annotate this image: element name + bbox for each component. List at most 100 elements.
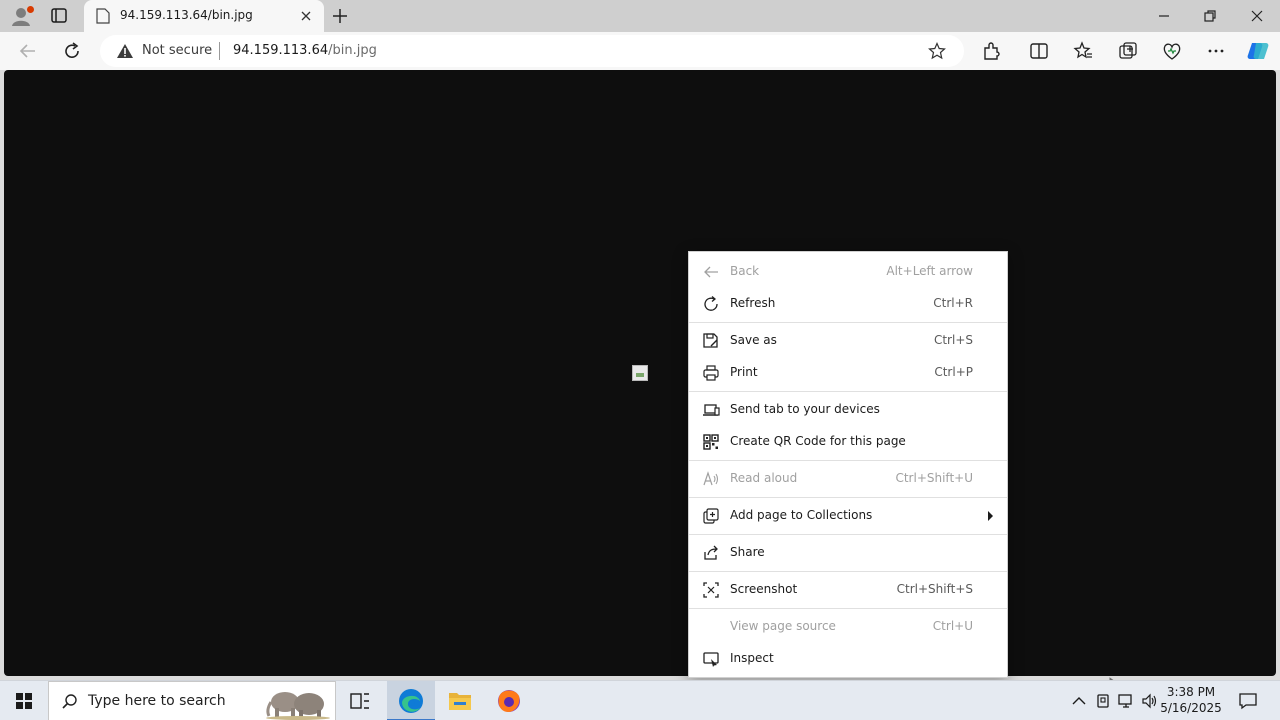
menu-separator — [689, 391, 1007, 392]
address-divider — [219, 42, 220, 60]
menu-item-inspect[interactable]: Inspect — [689, 643, 1007, 675]
screenshot-icon — [703, 582, 719, 598]
show-hidden-icons-icon[interactable] — [1070, 692, 1088, 710]
menu-item-shortcut: Alt+Left arrow — [886, 264, 973, 278]
back-button-icon[interactable] — [17, 40, 39, 62]
menu-item-screenshot[interactable]: Screenshot Ctrl+Shift+S — [689, 574, 1007, 606]
menu-item-label: Send tab to your devices — [730, 402, 880, 416]
menu-item-send-tab[interactable]: Send tab to your devices — [689, 394, 1007, 426]
refresh-icon — [704, 296, 718, 311]
clock-time: 3:38 PM — [1166, 685, 1216, 699]
printer-icon — [703, 365, 719, 381]
security-label[interactable]: Not secure — [142, 43, 212, 58]
menu-item-label: Save as — [730, 333, 777, 347]
close-window-icon[interactable] — [1247, 6, 1267, 26]
menu-separator — [689, 322, 1007, 323]
taskbar-search-box[interactable]: Type here to search — [48, 681, 336, 720]
screen: 94.159.113.64/bin.jpg Not secure 94.159.… — [0, 0, 1280, 720]
browser-tab[interactable]: 94.159.113.64/bin.jpg — [84, 0, 324, 32]
file-icon — [96, 8, 110, 24]
qr-code-icon — [703, 434, 719, 450]
address-bar[interactable]: Not secure 94.159.113.64/bin.jpg — [100, 35, 964, 67]
url-path: /bin.jpg — [328, 43, 377, 58]
taskbar-clock[interactable]: 3:38 PM 5/16/2025 — [1160, 684, 1222, 716]
edge-browser-icon — [399, 689, 423, 713]
browser-essentials-icon[interactable] — [1161, 40, 1183, 62]
menu-separator — [689, 497, 1007, 498]
url-text[interactable]: 94.159.113.64/bin.jpg — [233, 43, 377, 58]
menu-item-view-source: View page source Ctrl+U — [689, 611, 1007, 643]
menu-item-back: Back Alt+Left arrow — [689, 256, 1007, 288]
read-aloud-icon — [703, 471, 719, 486]
task-view-icon[interactable] — [336, 681, 384, 720]
menu-item-shortcut: Ctrl+P — [934, 365, 973, 379]
menu-item-add-to-collections[interactable]: Add page to Collections — [689, 500, 1007, 532]
menu-item-read-aloud: Read aloud Ctrl+Shift+U — [689, 463, 1007, 495]
menu-item-label: View page source — [730, 619, 836, 633]
menu-item-save-as[interactable]: Save as Ctrl+S — [689, 325, 1007, 357]
menu-separator — [689, 534, 1007, 535]
minimize-icon[interactable] — [1154, 6, 1174, 26]
search-placeholder: Type here to search — [88, 693, 226, 709]
menu-item-label: Inspect — [730, 651, 774, 665]
collections-icon — [703, 508, 719, 524]
page-content[interactable]: ANY RUN — [4, 70, 1276, 720]
devices-icon — [703, 404, 720, 416]
tab-strip: 94.159.113.64/bin.jpg — [0, 0, 1280, 32]
menu-item-shortcut: Ctrl+Shift+S — [896, 582, 973, 596]
menu-separator — [689, 460, 1007, 461]
profile-notification-dot — [27, 6, 34, 13]
restore-icon[interactable] — [1200, 6, 1220, 26]
taskbar: Type here to search 3:38 PM 5/16/2025 — [0, 680, 1280, 720]
menu-item-refresh[interactable]: Refresh Ctrl+R — [689, 288, 1007, 320]
menu-separator — [689, 571, 1007, 572]
menu-item-label: Create QR Code for this page — [730, 434, 906, 448]
back-arrow-icon — [704, 266, 718, 278]
address-toolbar: Not secure 94.159.113.64/bin.jpg — [0, 32, 1280, 70]
split-screen-icon[interactable] — [1028, 40, 1050, 62]
inspect-icon — [703, 652, 719, 667]
device-icon[interactable] — [1094, 692, 1112, 710]
menu-item-share[interactable]: Share — [689, 537, 1007, 569]
tab-actions-icon[interactable] — [48, 5, 72, 27]
warning-icon[interactable] — [116, 43, 134, 59]
volume-icon[interactable] — [1141, 692, 1159, 710]
search-icon — [62, 694, 77, 709]
menu-item-label: Share — [730, 545, 765, 559]
menu-item-print[interactable]: Print Ctrl+P — [689, 357, 1007, 389]
menu-item-shortcut: Ctrl+R — [933, 296, 973, 310]
windows-start-icon[interactable] — [0, 681, 48, 720]
menu-item-label: Read aloud — [730, 471, 798, 485]
context-menu: Back Alt+Left arrow Refresh Ctrl+R Save … — [688, 251, 1008, 678]
more-menu-icon[interactable] — [1205, 40, 1227, 62]
share-icon — [704, 545, 718, 560]
search-highlight-elephants-icon — [266, 692, 330, 720]
file-explorer-icon[interactable] — [436, 681, 484, 720]
close-tab-icon[interactable] — [298, 8, 314, 24]
menu-item-shortcut: Ctrl+Shift+U — [895, 471, 973, 485]
network-icon[interactable] — [1117, 692, 1135, 710]
extensions-icon[interactable] — [980, 40, 1002, 62]
favorite-star-icon[interactable] — [928, 42, 946, 60]
refresh-button-icon[interactable] — [61, 40, 83, 62]
menu-item-shortcut: Ctrl+U — [932, 619, 973, 633]
menu-separator — [689, 608, 1007, 609]
menu-item-label: Back — [730, 264, 760, 278]
clock-date: 5/16/2025 — [1160, 701, 1222, 715]
profile-avatar-icon[interactable] — [10, 5, 34, 27]
menu-item-qr-code[interactable]: Create QR Code for this page — [689, 426, 1007, 458]
firefox-icon[interactable] — [485, 681, 533, 720]
menu-item-shortcut: Ctrl+S — [933, 333, 973, 347]
broken-image-icon[interactable] — [632, 365, 648, 381]
menu-item-label: Screenshot — [730, 582, 798, 596]
url-host: 94.159.113.64 — [233, 43, 329, 58]
favorites-icon[interactable] — [1072, 40, 1094, 62]
copilot-icon[interactable] — [1246, 39, 1270, 63]
taskbar-edge-app[interactable] — [387, 681, 435, 720]
menu-item-label: Add page to Collections — [730, 508, 873, 522]
notifications-icon[interactable] — [1238, 692, 1258, 710]
collections-icon[interactable] — [1117, 40, 1139, 62]
save-as-icon — [703, 333, 718, 348]
menu-item-label: Print — [730, 365, 758, 379]
new-tab-icon[interactable] — [330, 6, 350, 26]
